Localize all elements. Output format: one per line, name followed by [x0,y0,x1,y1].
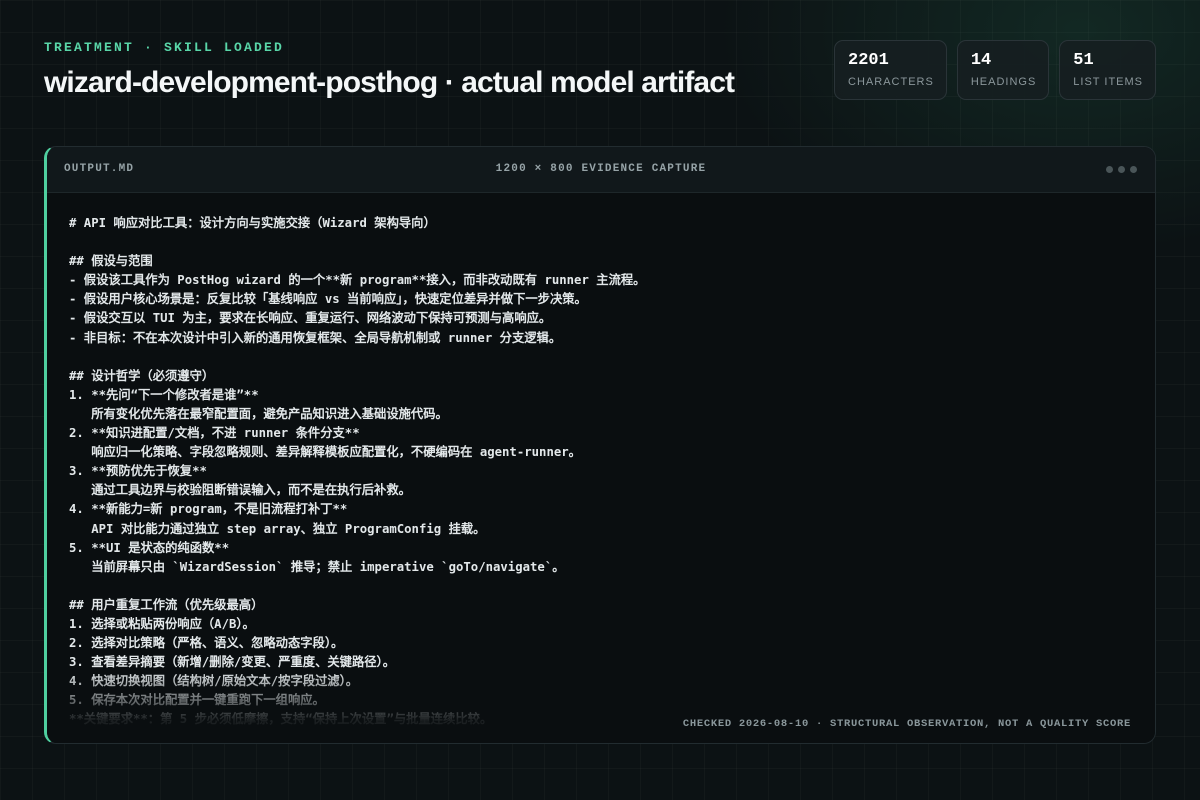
capture-label: 1200 × 800 EVIDENCE CAPTURE [495,163,707,175]
stat-headings: 14 HEADINGS [956,40,1050,100]
stat-list-items: 51 LIST ITEMS [1059,40,1156,100]
stat-list-items-value: 51 [1073,51,1094,70]
stat-characters-value: 2201 [848,51,889,70]
stat-characters-label: CHARACTERS [848,76,934,88]
more-dots-icon [1106,166,1137,173]
dot-icon [1118,166,1125,173]
treatment-label: TREATMENT · SKILL LOADED [44,40,285,55]
stat-list-items-label: LIST ITEMS [1073,76,1143,88]
stats-group: 2201 CHARACTERS 14 HEADINGS 51 LIST ITEM… [834,40,1156,100]
markdown-content[interactable]: # API 响应对比工具：设计方向与实施交接（Wizard 架构导向） ## 假… [69,214,1135,730]
output-card: OUTPUT.MD 1200 × 800 EVIDENCE CAPTURE # … [44,146,1156,744]
stat-headings-value: 14 [970,51,992,70]
dot-icon [1106,166,1113,173]
footer-note: CHECKED 2026-08-10 · STRUCTURAL OBSERVAT… [682,718,1131,730]
stat-characters: 2201 CHARACTERS [834,40,947,100]
page-title: wizard-development-posthog · actual mode… [44,66,735,99]
stat-headings-label: HEADINGS [970,76,1037,88]
dot-icon [1130,166,1137,173]
card-header: OUTPUT.MD 1200 × 800 EVIDENCE CAPTURE [47,147,1155,193]
